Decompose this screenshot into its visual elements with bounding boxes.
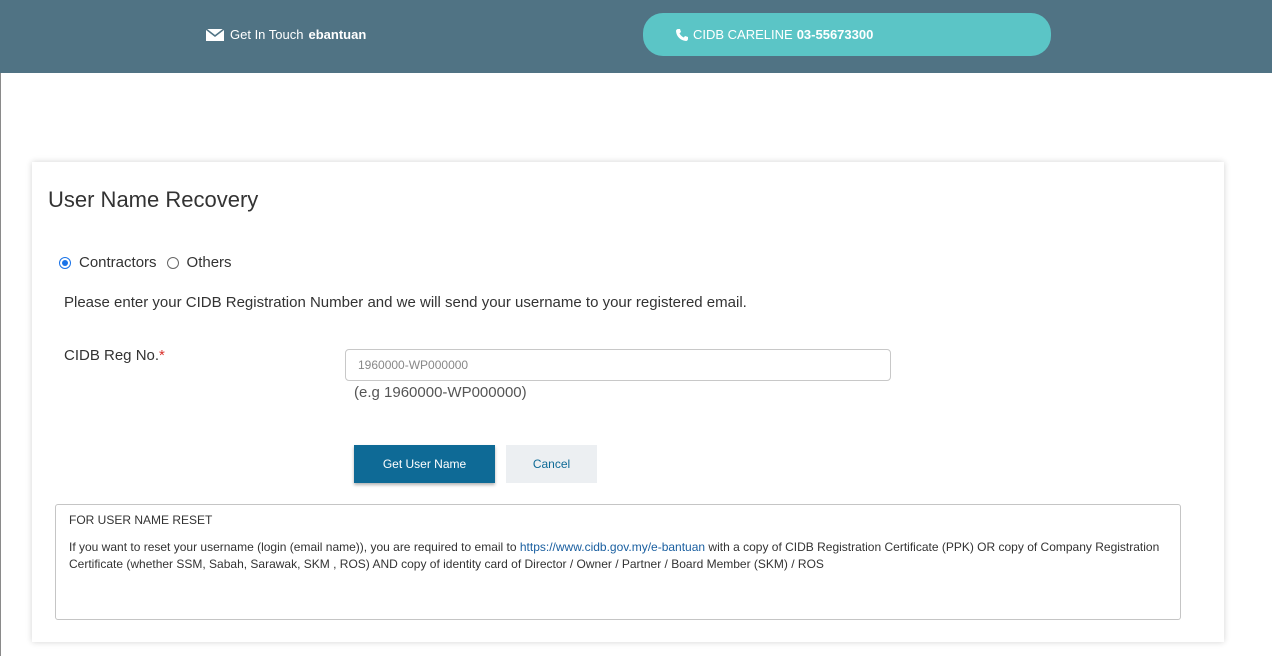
contractors-radio-label[interactable]: Contractors xyxy=(79,254,157,271)
cancel-button[interactable]: Cancel xyxy=(506,445,597,483)
reg-no-label: CIDB Reg No.* xyxy=(64,347,165,364)
contact-name: ebantuan xyxy=(308,27,367,42)
instructions-text: Please enter your CIDB Registration Numb… xyxy=(64,294,747,311)
notice-body: If you want to reset your username (logi… xyxy=(69,539,1167,573)
reg-no-hint: (e.g 1960000-WP000000) xyxy=(354,384,527,401)
others-radio-label[interactable]: Others xyxy=(187,254,232,271)
reg-no-label-text: CIDB Reg No. xyxy=(64,347,160,364)
contact-prefix: Get In Touch xyxy=(230,27,304,42)
user-type-radio-group: Contractors Others xyxy=(59,254,242,271)
top-bar: Get In Touch ebantuan CIDB CARELINE 03-5… xyxy=(0,0,1272,73)
e-bantuan-link[interactable]: https://www.cidb.gov.my/e-bantuan xyxy=(520,540,705,554)
careline-number: 03-55673300 xyxy=(796,27,874,42)
page-title: User Name Recovery xyxy=(48,187,259,212)
recovery-card: User Name Recovery Contractors Others Pl… xyxy=(32,162,1224,642)
notice-title: FOR USER NAME RESET xyxy=(69,513,213,527)
contractors-radio[interactable] xyxy=(59,256,71,269)
phone-icon xyxy=(675,28,689,42)
others-radio[interactable] xyxy=(166,256,179,269)
get-in-touch-link[interactable]: Get In Touch ebantuan xyxy=(205,27,366,42)
envelope-icon xyxy=(205,27,225,42)
notice-text-before: If you want to reset your username (logi… xyxy=(69,540,520,554)
get-user-name-button[interactable]: Get User Name xyxy=(354,445,495,483)
careline-button[interactable]: CIDB CARELINE 03-55673300 xyxy=(643,13,1051,56)
required-mark: * xyxy=(159,347,165,364)
reg-no-input[interactable] xyxy=(345,349,891,381)
careline-prefix: CIDB CARELINE xyxy=(693,27,793,42)
username-reset-notice: FOR USER NAME RESET If you want to reset… xyxy=(55,504,1181,620)
